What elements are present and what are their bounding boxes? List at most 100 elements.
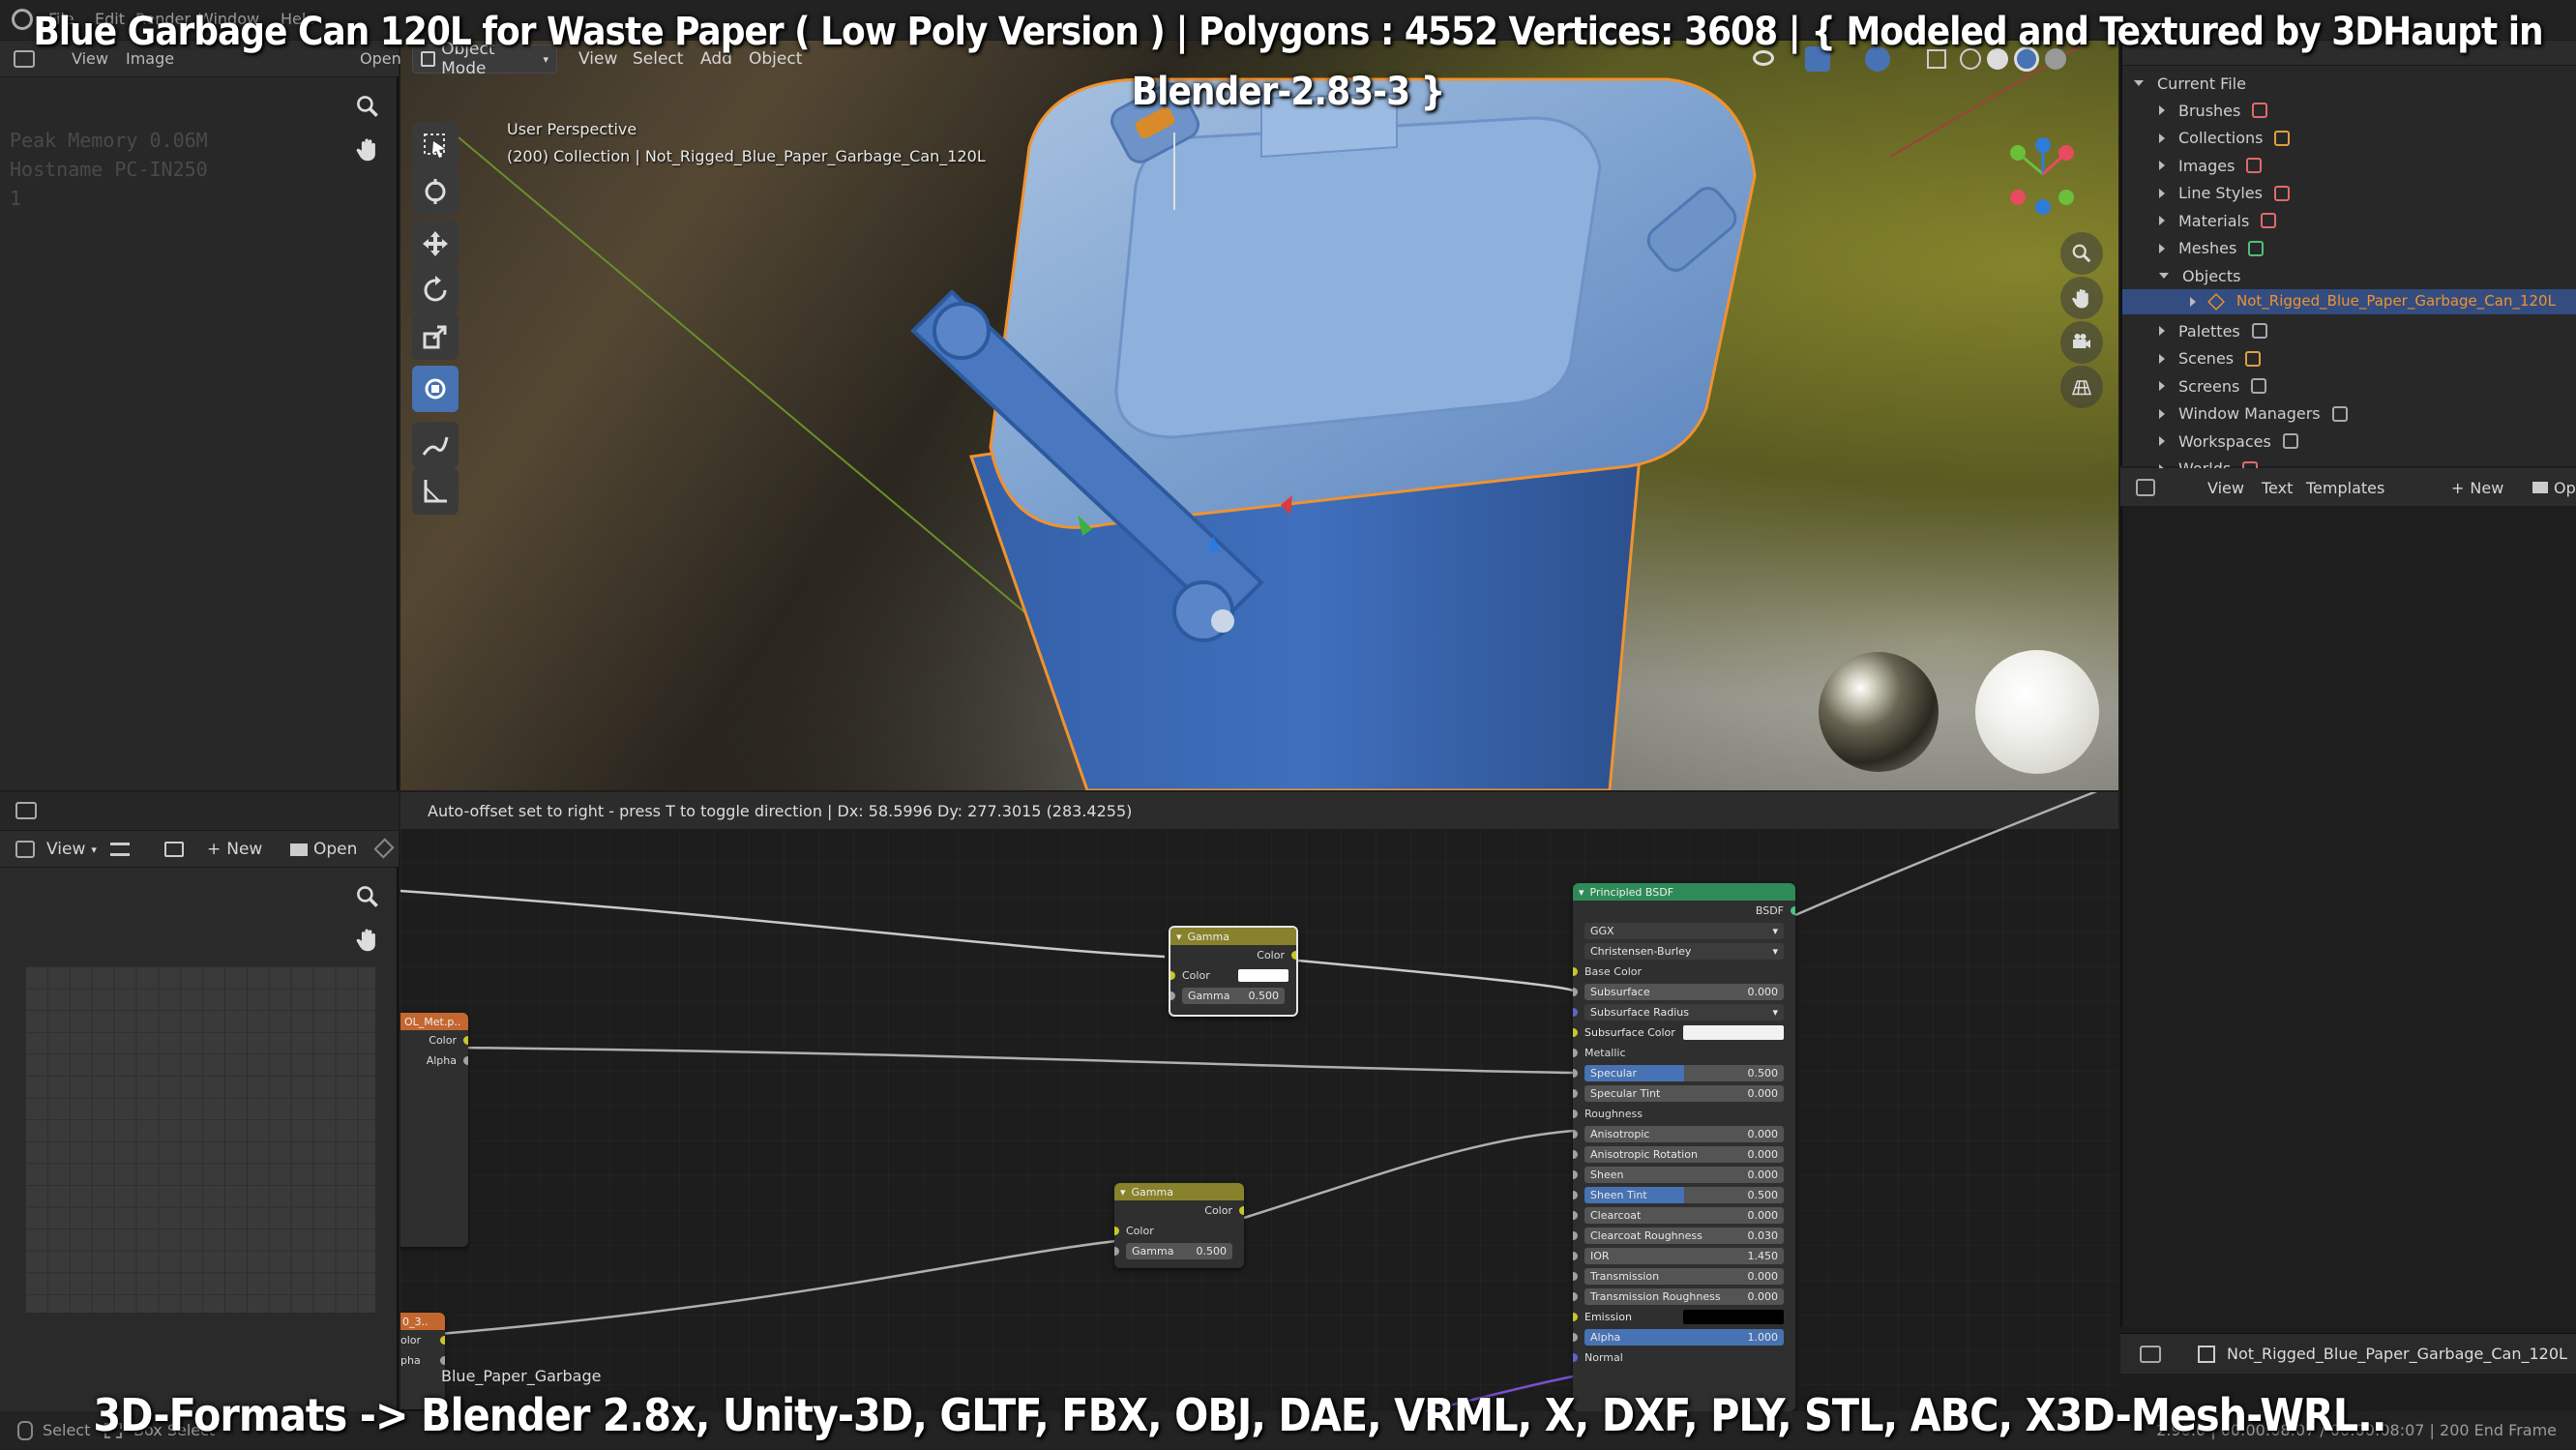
text-editor-body[interactable] — [2120, 507, 2576, 1327]
bsdf-input-field[interactable]: Sheen Tint 0.500 — [1584, 1187, 1784, 1203]
bsdf-input-field[interactable]: Subsurface 0.000 — [1584, 984, 1784, 1000]
input-socket[interactable] — [1573, 1028, 1578, 1037]
principled-bsdf-node[interactable]: ▾ Principled BSDF BSDF GGX ▾ Christensen-B… — [1573, 883, 1795, 1411]
expand-icon[interactable] — [2159, 133, 2165, 143]
expand-icon[interactable] — [2159, 408, 2165, 419]
bsdf-input-field[interactable]: Anisotropic Rotation 0.000 — [1584, 1146, 1784, 1163]
image-open-button[interactable]: Open — [282, 835, 365, 864]
properties-editor-icon[interactable] — [2140, 1346, 2161, 1363]
gamma-node[interactable]: ▾ Gamma Color Color Gamma 0.500 — [1169, 926, 1298, 1017]
input-socket[interactable] — [1573, 988, 1578, 996]
color-output-socket[interactable] — [1239, 1206, 1244, 1215]
input-socket[interactable] — [1573, 1231, 1578, 1240]
scale-tool-button[interactable] — [412, 313, 459, 360]
input-socket[interactable] — [1573, 1333, 1578, 1342]
text-menu-templates[interactable]: Templates — [2298, 473, 2392, 502]
outliner-item[interactable]: Collections — [2159, 125, 2291, 152]
bsdf-input-field[interactable]: Specular 0.500 — [1584, 1065, 1784, 1081]
input-socket[interactable] — [1573, 1150, 1578, 1159]
expand-icon[interactable] — [2159, 216, 2165, 225]
gamma-input-socket[interactable] — [1170, 991, 1175, 1000]
image-zoom-icon[interactable] — [346, 875, 389, 918]
outliner-item[interactable]: Palettes — [2159, 317, 2267, 344]
ortho-grid-icon[interactable] — [2060, 366, 2103, 408]
hdri-preview-sphere-chrome[interactable] — [1819, 652, 1939, 772]
input-socket[interactable] — [1573, 1292, 1578, 1301]
expand-icon[interactable] — [2159, 161, 2165, 170]
bsdf-input-field[interactable]: IOR 1.450 — [1584, 1248, 1784, 1264]
hdri-preview-sphere-diffuse[interactable] — [1975, 650, 2099, 774]
expand-icon[interactable] — [2159, 436, 2165, 446]
camera-view-icon[interactable] — [2060, 321, 2103, 364]
outliner-selected-row[interactable]: Not_Rigged_Blue_Paper_Garbage_Can_120L — [2122, 289, 2576, 314]
color-output-socket[interactable] — [1291, 951, 1296, 960]
input-socket[interactable] — [1573, 1170, 1578, 1179]
input-socket[interactable] — [1573, 1353, 1578, 1362]
uv-grid[interactable] — [23, 964, 377, 1315]
color-swatch[interactable] — [1683, 1025, 1784, 1040]
input-socket[interactable] — [1573, 1008, 1578, 1017]
rotate-tool-button[interactable] — [412, 267, 459, 313]
color-input-socket[interactable] — [1170, 971, 1175, 980]
bsdf-input-field[interactable]: Sheen 0.000 — [1584, 1167, 1784, 1183]
gamma-field[interactable]: Gamma 0.500 — [1182, 988, 1285, 1004]
text-menu-view[interactable]: View — [2200, 473, 2252, 502]
alpha-socket[interactable] — [440, 1356, 445, 1365]
gamma2-field[interactable]: Gamma 0.500 — [1126, 1243, 1232, 1259]
select-tool-button[interactable] — [412, 122, 459, 168]
image-new-button[interactable]: + New — [199, 835, 270, 864]
bsdf-input-field[interactable]: Subsurface Radius ▾ — [1584, 1004, 1784, 1021]
editor-type-icon[interactable] — [15, 802, 37, 819]
measure-tool-button[interactable] — [412, 468, 459, 515]
expand-icon[interactable] — [2159, 243, 2165, 253]
color-socket[interactable] — [440, 1336, 445, 1345]
bsdf-input-field[interactable]: Emission — [1584, 1309, 1784, 1325]
text-menu-text[interactable]: Text — [2254, 473, 2300, 502]
subsurface-method-dropdown[interactable]: Christensen-Burley ▾ — [1584, 943, 1784, 960]
bsdf-output-socket[interactable] — [1791, 906, 1795, 915]
input-socket[interactable] — [1573, 1089, 1578, 1098]
shader-node-editor[interactable]: Auto-offset set to right - press T to to… — [400, 792, 2118, 1411]
text-new-button[interactable]: + New — [2443, 473, 2511, 502]
pin-icon[interactable] — [373, 838, 395, 859]
distribution-dropdown[interactable]: GGX ▾ — [1584, 923, 1784, 939]
input-socket[interactable] — [1573, 1110, 1578, 1118]
hamburger-menu-icon[interactable] — [110, 843, 130, 856]
image-editor-type-icon[interactable] — [15, 841, 35, 858]
image-menu-view[interactable]: View ▾ — [39, 835, 104, 864]
input-socket[interactable] — [1573, 967, 1578, 976]
collapse-icon[interactable] — [2159, 273, 2169, 279]
cursor-tool-button[interactable] — [412, 168, 459, 215]
text-editor-type-icon[interactable] — [2136, 479, 2155, 496]
expand-icon[interactable] — [2159, 353, 2165, 364]
color-swatch[interactable] — [1683, 1310, 1784, 1324]
bsdf-input-field[interactable]: Transmission Roughness 0.000 — [1584, 1288, 1784, 1305]
image-texture-node[interactable]: OL_Met.p.. Color Alpha — [400, 1013, 468, 1247]
3d-viewport[interactable]: Object Mode ▾ View Select Add Object Use… — [400, 41, 2118, 790]
outliner-item[interactable]: Meshes — [2159, 235, 2265, 262]
viewport-zoom-icon[interactable] — [2060, 232, 2103, 275]
outliner-item[interactable]: Images — [2159, 152, 2263, 179]
outliner-item[interactable]: Scenes — [2159, 345, 2262, 372]
input-socket[interactable] — [1573, 1069, 1578, 1078]
input-socket[interactable] — [1573, 1272, 1578, 1281]
color-socket[interactable] — [463, 1036, 468, 1045]
alpha-socket[interactable] — [463, 1056, 468, 1065]
outliner-item[interactable]: Window Managers — [2159, 400, 2348, 428]
outliner-item[interactable]: Screens — [2159, 372, 2267, 399]
bsdf-input-field[interactable]: Clearcoat Roughness 0.030 — [1584, 1228, 1784, 1244]
expand-icon[interactable] — [2159, 326, 2165, 336]
transform-tool-button[interactable] — [412, 366, 459, 412]
image-pan-icon[interactable] — [346, 918, 389, 961]
gamma-node-2[interactable]: ▾ Gamma Color Color Gamma 0.500 — [1114, 1183, 1244, 1268]
annotate-tool-button[interactable] — [412, 422, 459, 468]
bsdf-input-field[interactable]: Clearcoat 0.000 — [1584, 1207, 1784, 1224]
color-swatch[interactable] — [1238, 969, 1288, 982]
bsdf-input-field[interactable]: Transmission 0.000 — [1584, 1268, 1784, 1285]
move-tool-button[interactable] — [412, 221, 459, 267]
outliner-item[interactable]: Workspaces — [2159, 428, 2298, 455]
pan-hand-icon[interactable] — [346, 128, 389, 170]
gamma-input-socket[interactable] — [1114, 1247, 1119, 1256]
bsdf-input-field[interactable]: Subsurface Color — [1584, 1024, 1784, 1041]
viewport-pan-icon[interactable] — [2060, 277, 2103, 319]
